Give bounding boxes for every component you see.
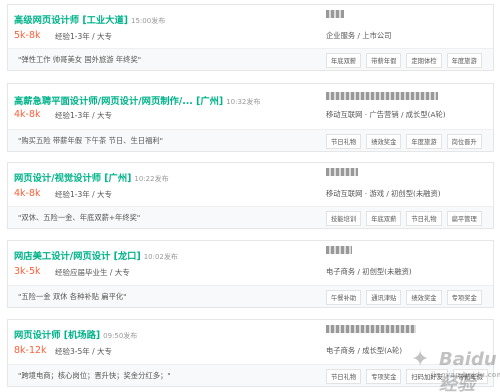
company-name-blurred[interactable] xyxy=(326,246,352,254)
salary: 5k-8k xyxy=(14,30,41,41)
job-card-bottom: "五险一金 双休 各种补贴 扁平化" 午餐补助 通讯津贴 绩效奖金 专项奖金 xyxy=(8,285,493,307)
tag-list: 年底双薪 带薪年假 定期体检 年度旅游 xyxy=(326,53,482,68)
company-name-blurred[interactable] xyxy=(326,168,358,176)
benefit-tag: 节日礼物 xyxy=(326,369,362,384)
requirements: 经验3-5年 / 大专 xyxy=(55,347,113,356)
tag-list: 节日礼物 绩效奖金 年度旅游 岗位晋升 xyxy=(326,134,482,149)
watermark-url: jingyan.baidu.com xyxy=(431,371,500,379)
job-title-line: 高级网页设计师 [工业大道] 15:00发布 xyxy=(14,12,165,26)
tag-list: 午餐补助 通讯津贴 绩效奖金 专项奖金 xyxy=(326,290,482,305)
job-card-top: 高级网页设计师 [工业大道] 15:00发布 5k-8k 经验1-3年 / 大专 … xyxy=(8,5,493,50)
company-name-blurred[interactable] xyxy=(326,10,344,18)
job-title-line: 网店美工设计/网页设计 [龙口] 10:02发布 xyxy=(14,248,178,262)
welfare-text: "双休、五险一金、年底双薪+年终奖" xyxy=(18,213,141,222)
requirements: 经验1-3年 / 大专 xyxy=(55,190,113,199)
job-card-top: 网页设计/视觉设计师 [广州] 10:22发布 4k-8k 经验1-3年 / 大专… xyxy=(8,163,493,208)
paw-logo-icon: ✦ xyxy=(411,347,430,372)
job-title-line: 高薪急聘平面设计师/网页设计/网页制作/... [广州] 10:32发布 xyxy=(14,93,260,107)
job-card-bottom: "弹性工作 帅哥美女 国外旅游 年终奖" 年底双薪 带薪年假 定期体检 年度旅游 xyxy=(8,48,493,70)
job-title-link[interactable]: 网页设计师 [机场路] xyxy=(14,330,100,341)
publish-time: 09:50发布 xyxy=(103,332,138,340)
job-card-bottom: "购买五险 带薪年假 下午茶 节日、生日福利" 节日礼物 绩效奖金 年度旅游 岗… xyxy=(8,129,493,151)
benefit-tag: 专项奖金 xyxy=(366,369,402,384)
welfare-text: "五险一金 双休 各种补贴 扁平化" xyxy=(18,292,127,301)
benefit-tag: 年底双薪 xyxy=(366,211,402,226)
benefit-tag: 年度旅游 xyxy=(406,134,442,149)
benefit-tag: 年底双薪 xyxy=(326,53,362,68)
salary: 8k-12k xyxy=(14,345,47,356)
job-title-line: 网页设计师 [机场路] 09:50发布 xyxy=(14,327,137,341)
job-card[interactable]: 高薪急聘平面设计师/网页设计/网页制作/... [广州] 10:32发布 4k-8… xyxy=(7,83,494,152)
job-title-line: 网页设计/视觉设计师 [广州] 10:22发布 xyxy=(14,170,169,184)
welfare-text: "跨境电商；核心岗位；晋升快；奖金分红多；" xyxy=(18,371,171,380)
salary: 4k-8k xyxy=(14,188,41,199)
benefit-tag: 节日礼物 xyxy=(326,134,362,149)
company-industry: 电子商务 / 初创型(未融资) xyxy=(326,267,412,276)
requirements: 经验1-3年 / 大专 xyxy=(55,32,113,41)
publish-time: 10:32发布 xyxy=(226,98,261,106)
company-industry: 移动互联网 · 广告营销 / 成长型(A轮) xyxy=(326,110,446,119)
company-name-blurred[interactable] xyxy=(326,92,438,100)
job-card[interactable]: 网店美工设计/网页设计 [龙口] 10:02发布 3k-5k 经验应届毕业生 / … xyxy=(7,240,494,308)
job-card[interactable]: 网页设计/视觉设计师 [广州] 10:22发布 4k-8k 经验1-3年 / 大专… xyxy=(7,162,494,229)
benefit-tag: 定期体检 xyxy=(406,53,442,68)
company-industry: 移动互联网 · 游戏 / 初创型(未融资) xyxy=(326,189,441,198)
benefit-tag: 午餐补助 xyxy=(326,290,362,305)
job-card-bottom: "双休、五险一金、年底双薪+年终奖" 技能培训 年底双薪 节日礼物 扁平管理 xyxy=(8,206,493,228)
company-industry: 电子商务 / 成长型(A轮) xyxy=(326,346,403,355)
publish-time: 15:00发布 xyxy=(131,17,166,25)
salary: 3k-5k xyxy=(14,266,41,277)
benefit-tag: 年度旅游 xyxy=(446,53,482,68)
publish-time: 10:02发布 xyxy=(143,253,178,261)
benefit-tag: 技能培训 xyxy=(326,211,362,226)
welfare-text: "购买五险 带薪年假 下午茶 节日、生日福利" xyxy=(18,136,164,145)
job-list: 高级网页设计师 [工业大道] 15:00发布 5k-8k 经验1-3年 / 大专 … xyxy=(0,0,500,392)
benefit-tag: 节日礼物 xyxy=(406,211,442,226)
salary: 4k-8k xyxy=(14,109,41,120)
company-name-blurred[interactable] xyxy=(326,325,416,333)
job-card-top: 网店美工设计/网页设计 [龙口] 10:02发布 3k-5k 经验应届毕业生 / … xyxy=(8,241,493,286)
job-title-link[interactable]: 高级网页设计师 [工业大道] xyxy=(14,15,128,26)
benefit-tag: 扁平管理 xyxy=(446,211,482,226)
job-title-link[interactable]: 网页设计/视觉设计师 [广州] xyxy=(14,173,131,184)
benefit-tag: 通讯津贴 xyxy=(366,290,402,305)
job-card[interactable]: 高级网页设计师 [工业大道] 15:00发布 5k-8k 经验1-3年 / 大专 … xyxy=(7,4,494,71)
job-title-link[interactable]: 高薪急聘平面设计师/网页设计/网页制作/... [广州] xyxy=(14,96,223,107)
requirements: 经验应届毕业生 / 大专 xyxy=(55,268,130,277)
benefit-tag: 专项奖金 xyxy=(446,290,482,305)
tag-list: 技能培训 年底双薪 节日礼物 扁平管理 xyxy=(326,211,482,226)
requirements: 经验1-3年 / 大专 xyxy=(55,111,113,120)
benefit-tag: 岗位晋升 xyxy=(446,134,482,149)
benefit-tag: 带薪年假 xyxy=(366,53,402,68)
baidu-jingyan-watermark: ✦ Baidu经验 jingyan.baidu.com xyxy=(411,345,500,392)
benefit-tag: 绩效奖金 xyxy=(366,134,402,149)
publish-time: 10:22发布 xyxy=(134,175,169,183)
job-title-link[interactable]: 网店美工设计/网页设计 [龙口] xyxy=(14,251,141,262)
benefit-tag: 绩效奖金 xyxy=(406,290,442,305)
company-industry: 企业服务 / 上市公司 xyxy=(326,31,392,40)
welfare-text: "弹性工作 帅哥美女 国外旅游 年终奖" xyxy=(18,55,142,64)
job-card-top: 高薪急聘平面设计师/网页设计/网页制作/... [广州] 10:32发布 4k-8… xyxy=(8,84,493,129)
